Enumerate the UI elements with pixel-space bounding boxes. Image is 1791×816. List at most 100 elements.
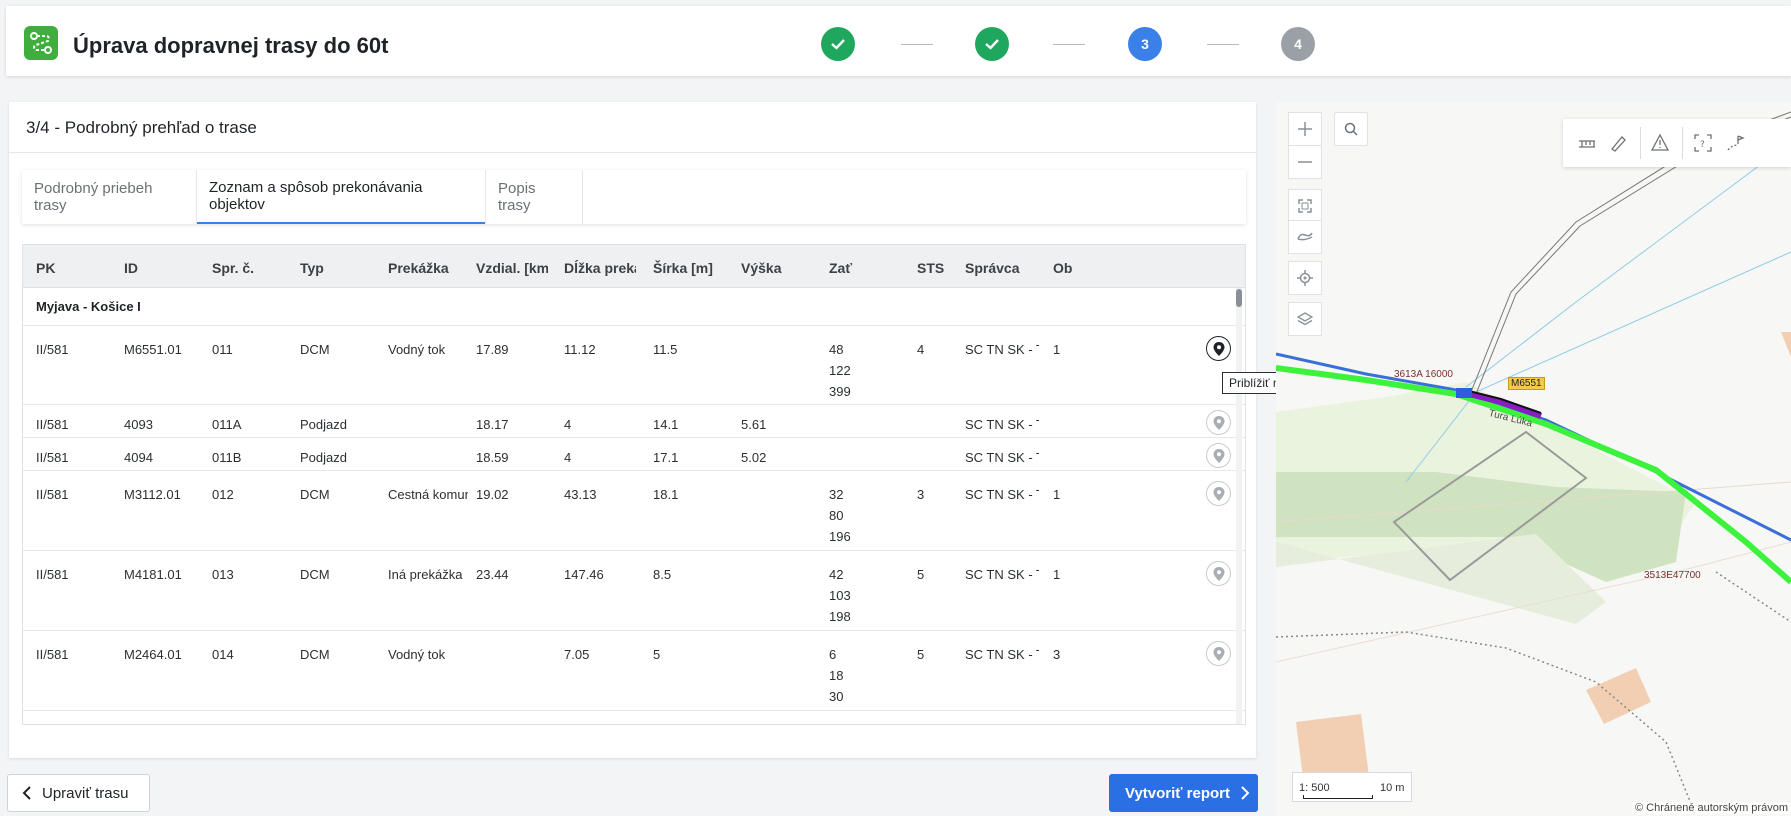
column-header-pk[interactable]: PK	[36, 260, 116, 276]
column-header-typ[interactable]: Typ	[300, 260, 380, 276]
zoom-to-route-button[interactable]	[1288, 220, 1322, 254]
column-header-vyska[interactable]: Výška	[741, 260, 821, 276]
cell-prekazka: Cestná komunikácia	[388, 487, 468, 502]
cell-vzdial: 19.02	[476, 487, 509, 502]
table-row[interactable]: II/581 4094 011B Podjazd 18.59 4 17.1 5.…	[23, 438, 1245, 471]
route-app-icon	[24, 26, 58, 60]
route-flag-icon[interactable]	[1726, 133, 1746, 153]
fullscreen-button[interactable]	[1288, 189, 1322, 223]
map-pin-icon	[1213, 486, 1224, 501]
divider	[9, 152, 1256, 153]
cell-id: M2464.01	[124, 647, 182, 662]
cell-typ: DCM	[300, 487, 330, 502]
cell-vyska: 5.61	[741, 417, 767, 432]
table-row[interactable]: II/581 M3112.01 012 DCM Cestná komunikác…	[23, 471, 1245, 551]
cell-typ: Podjazd	[300, 417, 347, 432]
cell-typ: DCM	[300, 342, 330, 357]
scale-bar: 1: 500 10 m	[1292, 772, 1412, 802]
cell-pk: II/581	[36, 417, 69, 432]
cell-dlzka: 4	[564, 450, 572, 465]
zoom-to-pin-button[interactable]	[1206, 561, 1231, 586]
zoom-to-pin-button[interactable]	[1206, 336, 1231, 361]
cell-pk: II/581	[36, 647, 69, 662]
step-2-done[interactable]	[975, 27, 1009, 61]
cell-dlzka: 4	[564, 417, 572, 432]
table-row[interactable]: II/581 4093 011A Podjazd 18.17 4 14.1 5.…	[23, 405, 1245, 438]
column-header-ob[interactable]: Ob	[1053, 260, 1093, 276]
divider	[582, 170, 583, 224]
cell-sirka: 8.5	[653, 567, 672, 582]
cell-spr: 011B	[212, 450, 242, 465]
zoom-to-pin-button[interactable]	[1206, 481, 1231, 506]
scale-line	[1303, 795, 1373, 799]
cell-sirka: 17.1	[653, 450, 679, 465]
zoom-out-button[interactable]	[1288, 145, 1322, 179]
table-row[interactable]: II/581 M4181.01 013 DCM Iná prekážka 23.…	[23, 551, 1245, 631]
cell-dlzka: 7.05	[564, 647, 590, 662]
svg-text:?: ?	[1700, 140, 1705, 150]
zoom-to-pin-button[interactable]	[1206, 410, 1231, 435]
scrollbar-thumb[interactable]	[1236, 289, 1242, 307]
zoom-to-pin-button[interactable]	[1206, 443, 1231, 468]
cell-dlzka: 147.46	[564, 567, 604, 582]
column-header-dlzka[interactable]: Dĺžka prekážky	[564, 260, 636, 276]
identify-icon[interactable]: ?	[1693, 133, 1713, 153]
route-map[interactable]: 3613A 16000 M6551 Tura Lúka 3513E47700 ?…	[1276, 102, 1791, 816]
map-canvas[interactable]	[1276, 102, 1791, 816]
page-title: Úprava dopravnej trasy do 60t	[73, 33, 389, 58]
column-header-vzdial[interactable]: Vzdial. [km]	[476, 260, 548, 276]
plus-icon	[1298, 122, 1312, 136]
column-header-sirka[interactable]: Šírka [m]	[653, 260, 733, 276]
cell-prekazka: Iná prekážka	[388, 567, 463, 582]
create-report-button[interactable]: Vytvoriť report	[1109, 774, 1258, 812]
building	[1781, 332, 1791, 357]
layers-button[interactable]	[1288, 302, 1322, 336]
segment-marker[interactable]	[1456, 388, 1472, 398]
column-header-id[interactable]: ID	[124, 260, 204, 276]
table-header: PK ID Spr. č. Typ Prekážka Vzdial. [km] …	[23, 245, 1245, 288]
column-header-spr[interactable]: Spr. č.	[212, 260, 292, 276]
zoom-in-button[interactable]	[1288, 112, 1322, 146]
tab-route-detail[interactable]: Podrobný priebeh trasy	[22, 170, 196, 224]
map-pin-icon	[1213, 341, 1224, 356]
minus-icon	[1298, 161, 1312, 163]
cell-vzdial: 23.44	[476, 567, 509, 582]
step-4-pending[interactable]: 4	[1281, 27, 1315, 61]
panel-title: 3/4 - Podrobný prehľad o trase	[26, 118, 257, 137]
table-row[interactable]: II/581 M2464.01 014 DCM Vodný tok 7.05 5…	[23, 631, 1245, 711]
map-search-button[interactable]	[1334, 112, 1368, 146]
zoom-to-pin-button[interactable]	[1206, 641, 1231, 666]
objects-table: PK ID Spr. č. Typ Prekážka Vzdial. [km] …	[22, 244, 1246, 725]
step-3-current[interactable]: 3	[1128, 27, 1162, 61]
cell-spravca: SC TN SK - TN	[965, 417, 1039, 432]
cell-spravca: SC TN SK - TN	[965, 487, 1039, 502]
cell-spravca: SC TN SK - TN	[965, 342, 1039, 357]
cell-vzdial: 18.59	[476, 450, 509, 465]
warning-pin-icon[interactable]	[1651, 133, 1671, 153]
edit-route-button[interactable]: Upraviť trasu	[7, 774, 150, 812]
table-scrollbar[interactable]	[1236, 288, 1242, 724]
column-header-prekazka[interactable]: Prekážka	[388, 260, 468, 276]
measure-icon[interactable]	[1577, 133, 1597, 153]
cell-dlzka: 11.12	[564, 342, 596, 357]
locate-button[interactable]	[1288, 261, 1322, 295]
chevron-left-icon	[22, 786, 31, 800]
cell-sirka: 14.1	[653, 417, 679, 432]
draw-icon[interactable]	[1609, 133, 1629, 153]
table-row[interactable]: II/581 M6551.01 011 DCM Vodný tok 17.89 …	[23, 326, 1245, 405]
cell-spr: 011A	[212, 417, 242, 432]
cell-sts: 4	[917, 342, 925, 357]
step-1-done[interactable]	[821, 27, 855, 61]
parcel-label: 3613A 16000	[1394, 369, 1453, 380]
cell-spr: 011	[212, 342, 233, 357]
tab-route-description[interactable]: Popis trasy	[486, 170, 582, 224]
cell-zat: 32 80 196	[829, 487, 851, 544]
cell-zat: 6 18 30	[829, 647, 844, 704]
tab-objects-list[interactable]: Zoznam a spôsob prekonávania objektov	[197, 170, 485, 224]
column-header-zat[interactable]: Zať	[829, 260, 909, 276]
app-header: Úprava dopravnej trasy do 60t 3 4	[6, 6, 1791, 76]
column-header-spravca[interactable]: Správca	[965, 260, 1045, 276]
cell-spravca: SC TN SK - TN	[965, 647, 1039, 662]
edit-route-label: Upraviť trasu	[42, 784, 129, 802]
chevron-right-icon	[1241, 786, 1250, 800]
